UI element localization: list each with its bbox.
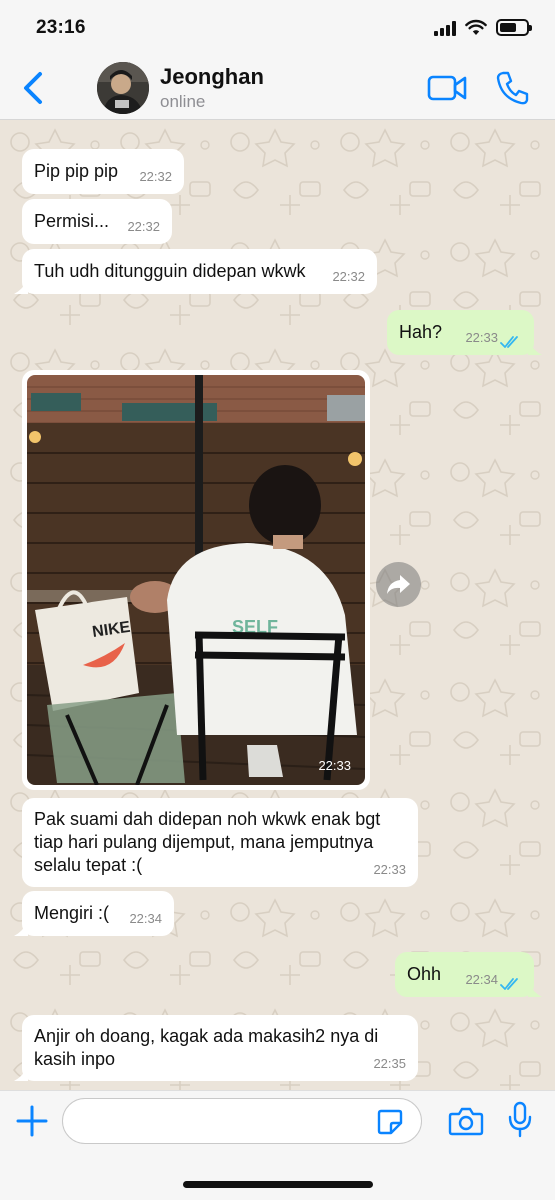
- message-bubble-incoming[interactable]: Tuh udh ditungguin didepan wkwk 22:32: [14, 249, 377, 294]
- photo[interactable]: NIKE SELF 22:33: [27, 375, 365, 785]
- camera-icon[interactable]: [448, 1105, 484, 1137]
- wifi-icon: [465, 19, 487, 35]
- cellular-signal-icon: [434, 20, 456, 36]
- message-time: 22:35: [373, 1056, 406, 1071]
- bubble-tail: [528, 341, 542, 355]
- forward-button[interactable]: [376, 562, 421, 607]
- bubble-tail: [14, 1067, 28, 1081]
- status-time: 23:16: [36, 17, 86, 38]
- message-text: Pak suami dah didepan noh wkwk enak bgt …: [34, 809, 381, 875]
- message-text: Tuh udh ditungguin didepan wkwk: [34, 261, 306, 281]
- contact-avatar[interactable]: [97, 62, 149, 114]
- message-time: 22:32: [139, 169, 172, 184]
- status-bar: 23:16: [0, 0, 555, 56]
- message-time: 22:34: [129, 911, 162, 926]
- message-time: 22:33: [465, 330, 498, 345]
- double-check-icon: [500, 978, 518, 990]
- bubble-tail: [14, 922, 28, 936]
- message-time: 22:32: [332, 269, 365, 284]
- photo-message[interactable]: NIKE SELF 22:33: [22, 370, 370, 790]
- microphone-icon[interactable]: [506, 1101, 534, 1139]
- forward-icon: [387, 575, 410, 594]
- plus-icon[interactable]: [14, 1103, 50, 1139]
- message-time: 22:33: [318, 758, 351, 773]
- status-icons: [434, 19, 532, 36]
- message-bubble-incoming[interactable]: Mengiri :( 22:34: [14, 891, 174, 936]
- message-time: 22:33: [373, 862, 406, 877]
- back-chevron-icon[interactable]: [18, 68, 48, 108]
- battery-icon: [496, 19, 532, 36]
- contact-name[interactable]: Jeonghan: [160, 64, 264, 90]
- contact-status: online: [160, 92, 206, 111]
- sticker-icon[interactable]: [376, 1108, 404, 1136]
- message-input[interactable]: [62, 1098, 422, 1144]
- bubble-tail: [528, 983, 542, 997]
- message-bubble-incoming[interactable]: Permisi... 22:32: [22, 199, 172, 244]
- chat-area[interactable]: Pip pip pip 22:32 Permisi... 22:32 Tuh u…: [0, 120, 555, 1090]
- phone-icon[interactable]: [495, 70, 529, 106]
- message-time: 22:32: [127, 219, 160, 234]
- message-text: Anjir oh doang, kagak ada makasih2 nya d…: [34, 1026, 379, 1069]
- message-bubble-incoming[interactable]: Pak suami dah didepan noh wkwk enak bgt …: [22, 798, 418, 887]
- message-bubble-incoming[interactable]: Anjir oh doang, kagak ada makasih2 nya d…: [14, 1015, 418, 1081]
- message-bubble-incoming[interactable]: Pip pip pip 22:32: [22, 149, 184, 194]
- message-bubble-outgoing[interactable]: Hah? 22:33: [387, 310, 542, 355]
- message-time: 22:34: [465, 972, 498, 987]
- double-check-icon: [500, 336, 518, 348]
- video-camera-icon[interactable]: [427, 72, 467, 104]
- chat-header: Jeonghan online: [0, 56, 555, 120]
- message-bubble-outgoing[interactable]: Ohh 22:34: [395, 952, 542, 997]
- home-indicator[interactable]: [183, 1181, 373, 1188]
- bubble-tail: [14, 280, 28, 294]
